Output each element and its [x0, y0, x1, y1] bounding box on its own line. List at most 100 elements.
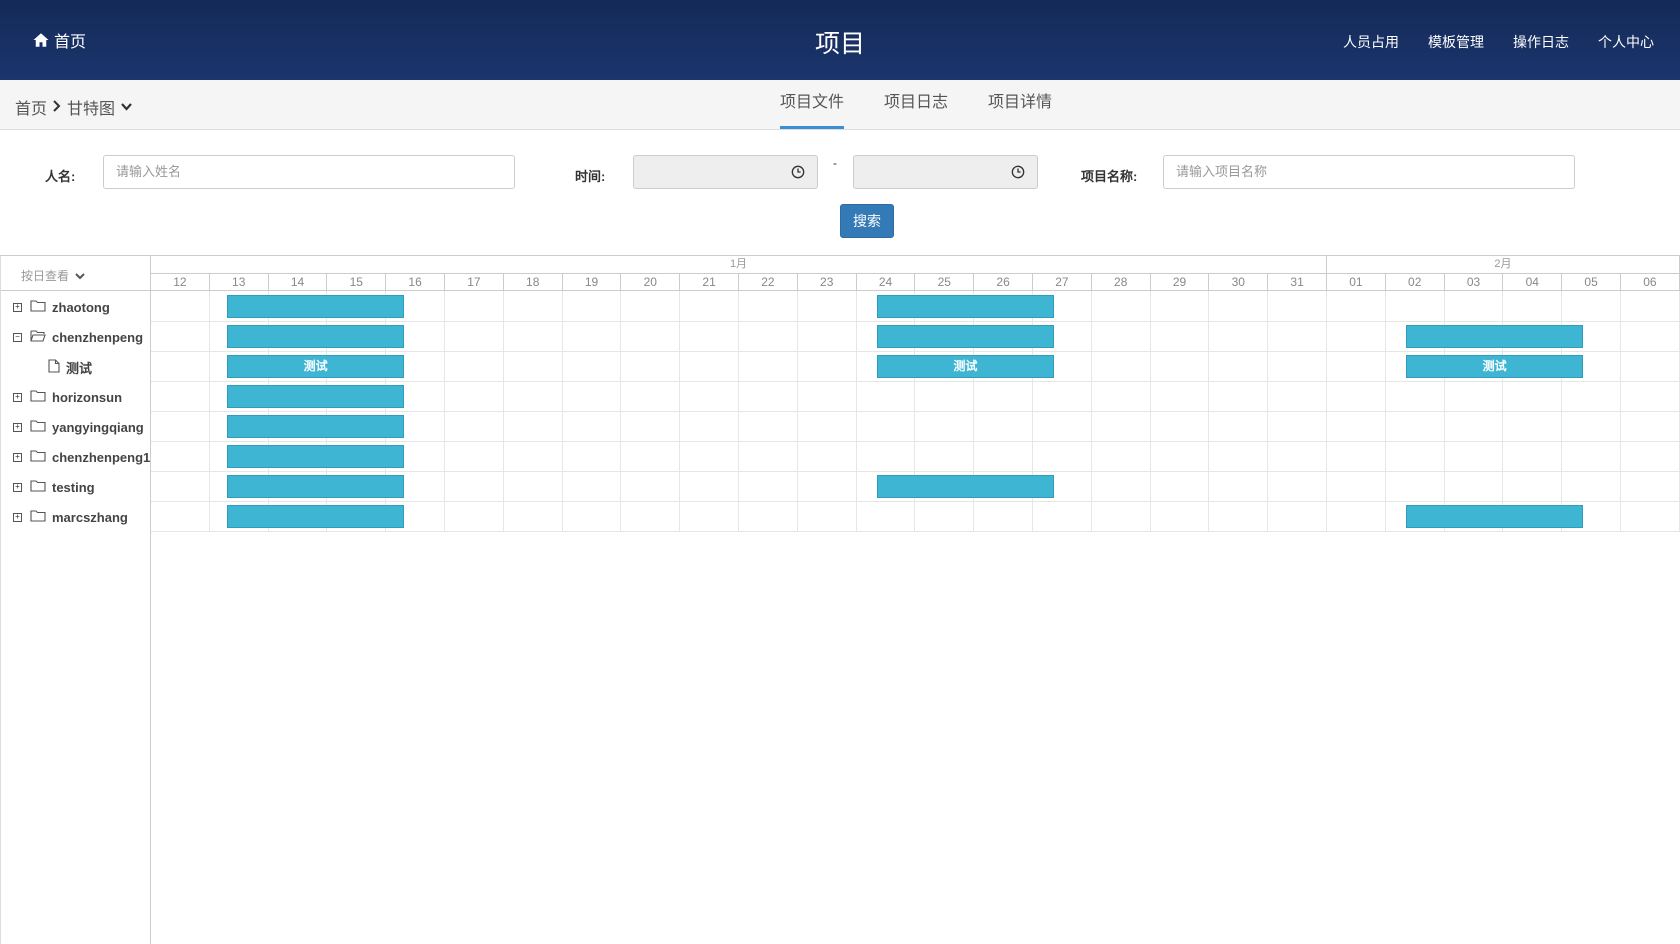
task-bar[interactable]	[1406, 325, 1583, 348]
day-header: 23	[797, 274, 857, 291]
day-header: 21	[680, 274, 739, 291]
breadcrumb: 首页 甘特图	[15, 95, 132, 119]
collapse-icon[interactable]: −	[13, 332, 22, 342]
tree-row[interactable]: + testing	[1, 472, 151, 502]
project-name-label: 项目名称:	[1081, 169, 1138, 184]
view-mode-select[interactable]: 按日查看	[1, 256, 151, 291]
month-header: 1月	[151, 256, 1327, 274]
folder-icon	[30, 479, 46, 495]
expand-icon[interactable]: +	[13, 512, 22, 522]
task-bar[interactable]	[877, 295, 1054, 318]
task-bar[interactable]: 测试	[227, 355, 404, 378]
day-header: 19	[562, 274, 622, 291]
day-header: 13	[209, 274, 269, 291]
folder-icon	[30, 389, 46, 405]
search-button[interactable]: 搜索	[840, 204, 894, 238]
day-header: 06	[1621, 274, 1680, 291]
task-bar[interactable]	[227, 295, 404, 318]
folder-icon	[30, 449, 46, 465]
tree-row-label: chenzhenpeng	[52, 329, 144, 345]
tree-row[interactable]: − chenzhenpeng	[1, 322, 151, 352]
sub-navigation-bar: 首页 甘特图 项目文件 项目日志 项目详情	[0, 80, 1680, 130]
grid-row-line	[151, 531, 1680, 532]
grid-row-line	[151, 501, 1680, 502]
task-bar[interactable]: 测试	[877, 355, 1054, 378]
day-header: 16	[386, 274, 445, 291]
end-time-input[interactable]	[853, 155, 999, 189]
grid-row-line	[151, 321, 1680, 322]
tree-row-label: yangyingqiang	[52, 419, 144, 435]
range-separator: -	[833, 156, 837, 170]
task-bar[interactable]	[1406, 505, 1583, 528]
task-bar[interactable]	[227, 475, 404, 498]
gantt-timeline: 1月 12 13 14 15 16 17 18 19 20 21 22 23 24 25 26 27 28 29 30…	[151, 256, 1680, 944]
nav-operation-log[interactable]: 操作日志	[1513, 32, 1569, 52]
day-header: 14	[268, 274, 328, 291]
start-time-picker-button[interactable]	[778, 155, 818, 189]
expand-icon[interactable]: +	[13, 452, 22, 462]
task-bar[interactable]	[877, 325, 1054, 348]
task-bar[interactable]	[877, 475, 1054, 498]
start-time-input[interactable]	[633, 155, 779, 189]
day-header: 26	[974, 274, 1033, 291]
clock-icon	[791, 165, 804, 179]
tree-row[interactable]: + marcszhang	[1, 502, 151, 532]
tree-row-label: 测试	[66, 360, 93, 376]
breadcrumb-home[interactable]: 首页	[15, 95, 47, 119]
day-header: 05	[1562, 274, 1621, 291]
expand-icon[interactable]: +	[13, 482, 22, 492]
grid-row-line	[151, 351, 1680, 352]
nav-template-management[interactable]: 模板管理	[1428, 32, 1484, 52]
day-header: 20	[621, 274, 681, 291]
task-bar[interactable]	[227, 415, 404, 438]
task-bar[interactable]: 测试	[1406, 355, 1583, 378]
day-header: 31	[1268, 274, 1327, 291]
tree-row[interactable]: 测试	[1, 352, 151, 382]
project-name-input[interactable]: 请输入项目名称	[1163, 155, 1575, 189]
task-bar[interactable]	[227, 445, 404, 468]
expand-icon[interactable]: +	[13, 392, 22, 402]
gantt-tree-panel: 按日查看 + zhaotong − chenzhenpeng 测试 + horizonsun…	[0, 256, 151, 944]
tree-row-label: zhaotong	[52, 299, 110, 315]
day-header: 17	[445, 274, 504, 291]
tab-bar: 项目文件 项目日志 项目详情	[780, 80, 1052, 130]
nav-staff-usage[interactable]: 人员占用	[1343, 32, 1399, 52]
day-header: 24	[856, 274, 916, 291]
day-header: 01	[1327, 274, 1386, 291]
chevron-down-icon[interactable]	[121, 100, 132, 114]
tree-row[interactable]: + horizonsun	[1, 382, 151, 412]
task-bar[interactable]	[227, 325, 404, 348]
day-header: 04	[1503, 274, 1563, 291]
tab-project-details[interactable]: 项目详情	[988, 80, 1052, 129]
day-header: 15	[327, 274, 387, 291]
tree-row[interactable]: + zhaotong	[1, 292, 151, 322]
nav-personal-center[interactable]: 个人中心	[1598, 32, 1654, 52]
expand-icon[interactable]: +	[13, 422, 22, 432]
top-header: 首页 项目 人员占用 模板管理 操作日志 个人中心	[0, 0, 1680, 80]
task-bar[interactable]	[227, 505, 404, 528]
end-time-picker-button[interactable]	[998, 155, 1038, 189]
grid-row-line	[151, 441, 1680, 442]
tree-row-label: chenzhenpeng1	[52, 449, 151, 465]
tab-project-files[interactable]: 项目文件	[780, 80, 845, 129]
tree-row[interactable]: + chenzhenpeng1	[1, 442, 151, 472]
tree-row-label: horizonsun	[52, 389, 123, 405]
grid-row-line	[151, 411, 1680, 412]
time-label: 时间:	[575, 169, 606, 184]
tab-project-log[interactable]: 项目日志	[884, 80, 948, 129]
day-header: 22	[739, 274, 798, 291]
day-header: 28	[1091, 274, 1151, 291]
day-header: 12	[151, 274, 210, 291]
expand-icon[interactable]: +	[13, 302, 22, 312]
breadcrumb-current[interactable]: 甘特图	[67, 95, 115, 119]
folder-icon	[30, 419, 46, 435]
task-bar[interactable]	[227, 385, 404, 408]
tree-row-label: marcszhang	[52, 509, 128, 525]
name-input[interactable]: 请输入姓名	[103, 155, 515, 189]
chevron-right-icon	[53, 99, 61, 115]
day-header: 03	[1444, 274, 1504, 291]
folder-open-icon	[30, 329, 46, 345]
clock-icon	[1011, 165, 1024, 179]
tree-row[interactable]: + yangyingqiang	[1, 412, 151, 442]
day-header: 25	[915, 274, 975, 291]
